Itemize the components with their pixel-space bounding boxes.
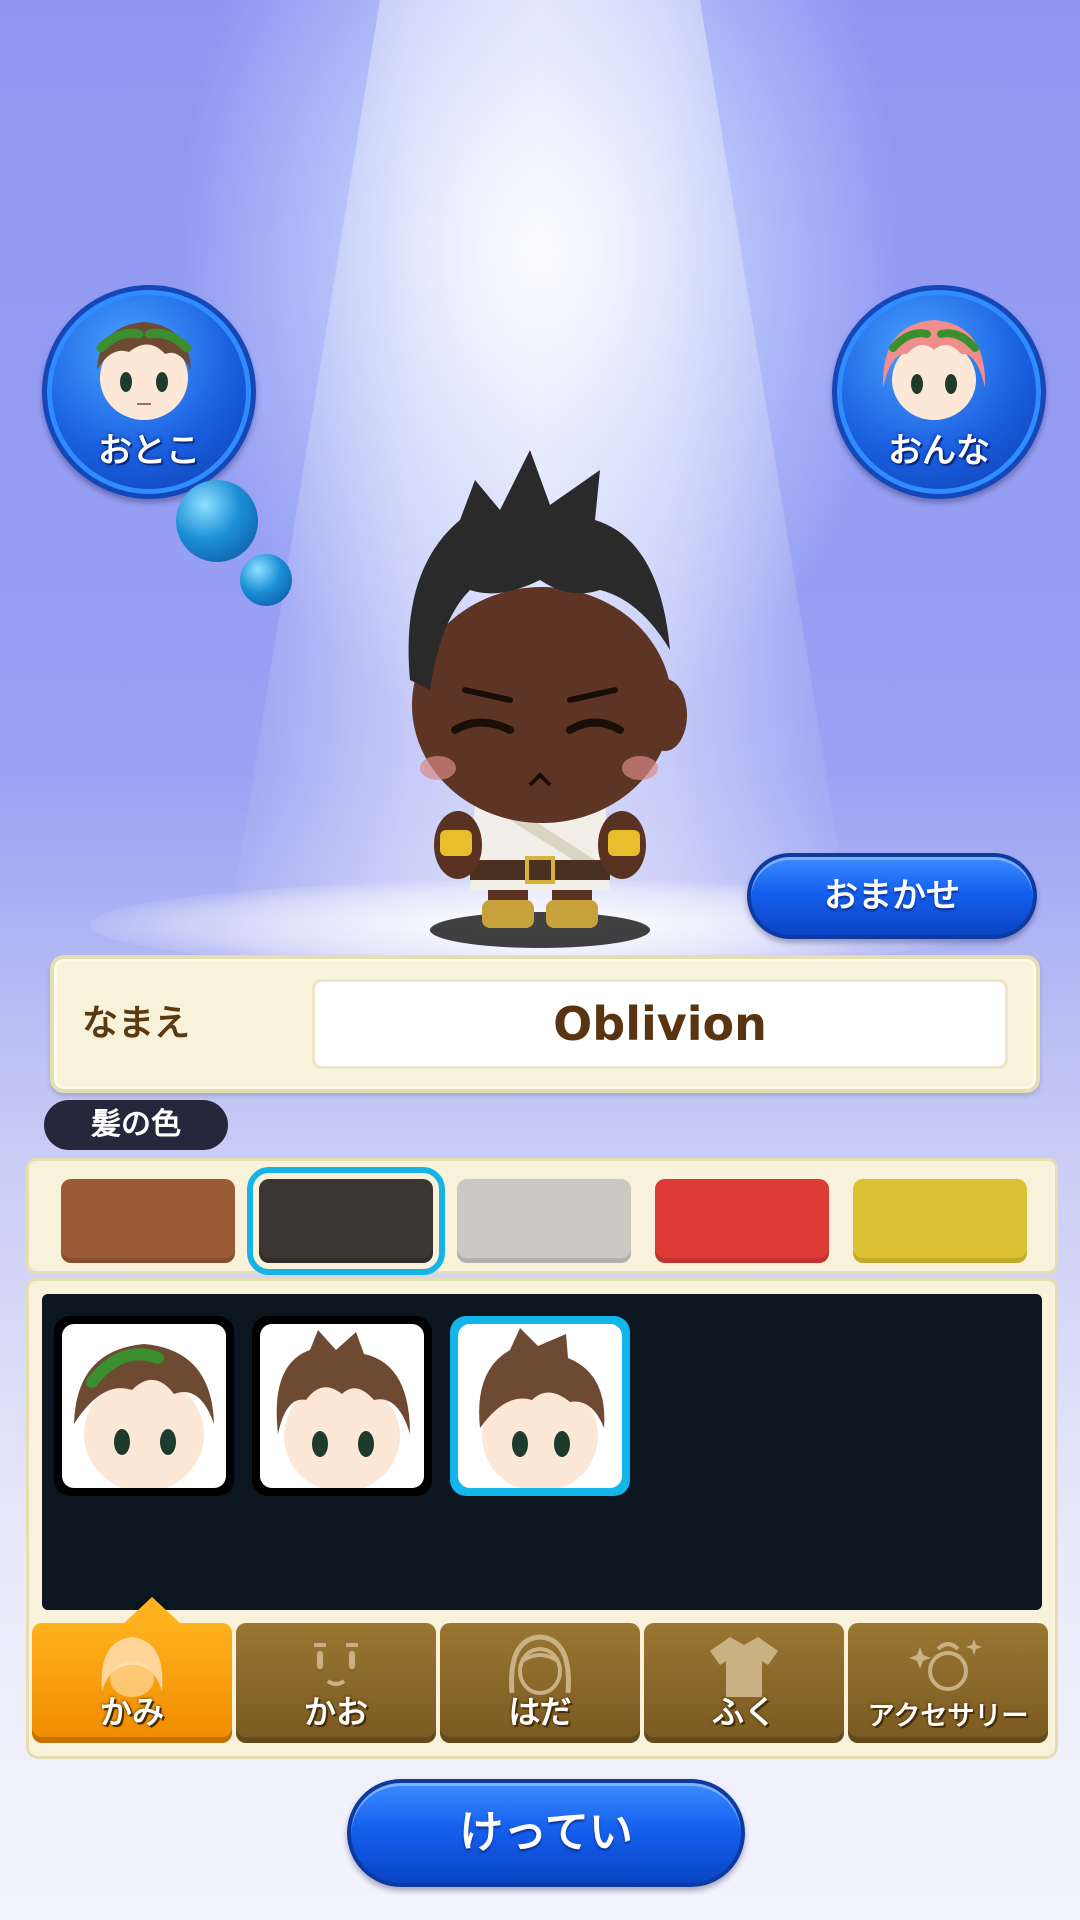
hair-color-panel (26, 1158, 1058, 1275)
category-tab-bar: かみ かお はだ ふく アクセサリー (26, 1597, 1058, 1759)
tab-face[interactable]: かお (236, 1623, 436, 1743)
hair-style-panel (26, 1278, 1058, 1644)
gender-male-label: おとこ (98, 431, 200, 471)
name-label: なまえ (82, 1003, 191, 1044)
gender-male-button[interactable]: おとこ (42, 285, 256, 499)
gender-female-label: おんな (888, 431, 990, 471)
hair-color-swatch-yellow[interactable] (853, 1179, 1027, 1263)
hair-color-swatch-gray[interactable] (457, 1179, 631, 1263)
character-creation-screen: おとこ おんな おまかせ なまえ Oblivion 髪の色 かみ かお はだ ふ… (0, 0, 1080, 1920)
tab-skin-label: はだ (508, 1693, 572, 1731)
name-input[interactable]: Oblivion (312, 979, 1008, 1069)
hair-color-swatch-brown[interactable] (61, 1179, 235, 1263)
tab-accessory[interactable]: アクセサリー (848, 1623, 1048, 1743)
tab-clothes-label: ふく (711, 1693, 776, 1731)
male-face-icon (96, 322, 192, 420)
hair-color-section-label: 髪の色 (44, 1100, 228, 1150)
tab-skin[interactable]: はだ (440, 1623, 640, 1743)
active-tab-pointer (122, 1597, 182, 1625)
hair-spiky-icon (276, 1330, 410, 1488)
hair-color-swatch-black[interactable] (247, 1167, 445, 1275)
tab-face-label: かお (303, 1693, 368, 1731)
hair-style-option[interactable] (252, 1316, 432, 1496)
confirm-button[interactable]: けってい (347, 1779, 745, 1887)
tab-hair-label: かみ (99, 1693, 164, 1731)
hair-style-option-selected[interactable] (450, 1316, 630, 1496)
hair-color-swatch-red[interactable] (655, 1179, 829, 1263)
tab-clothes[interactable]: ふく (644, 1623, 844, 1743)
gender-female-button[interactable]: おんな (832, 285, 1046, 499)
hair-style-grid (42, 1294, 1042, 1610)
character-preview (408, 450, 687, 948)
accessory-icon (909, 1639, 982, 1691)
hair-laurel-icon (74, 1344, 214, 1488)
random-button[interactable]: おまかせ (747, 853, 1037, 939)
tab-accessory-label: アクセサリー (867, 1701, 1029, 1732)
hair-short-icon (479, 1328, 605, 1488)
tab-hair[interactable]: かみ (32, 1597, 232, 1743)
name-panel: なまえ Oblivion (50, 955, 1040, 1093)
thought-bubble-small (240, 554, 292, 606)
thought-bubble-large (176, 480, 258, 562)
female-face-icon (882, 320, 986, 420)
hair-style-option[interactable] (54, 1316, 234, 1496)
